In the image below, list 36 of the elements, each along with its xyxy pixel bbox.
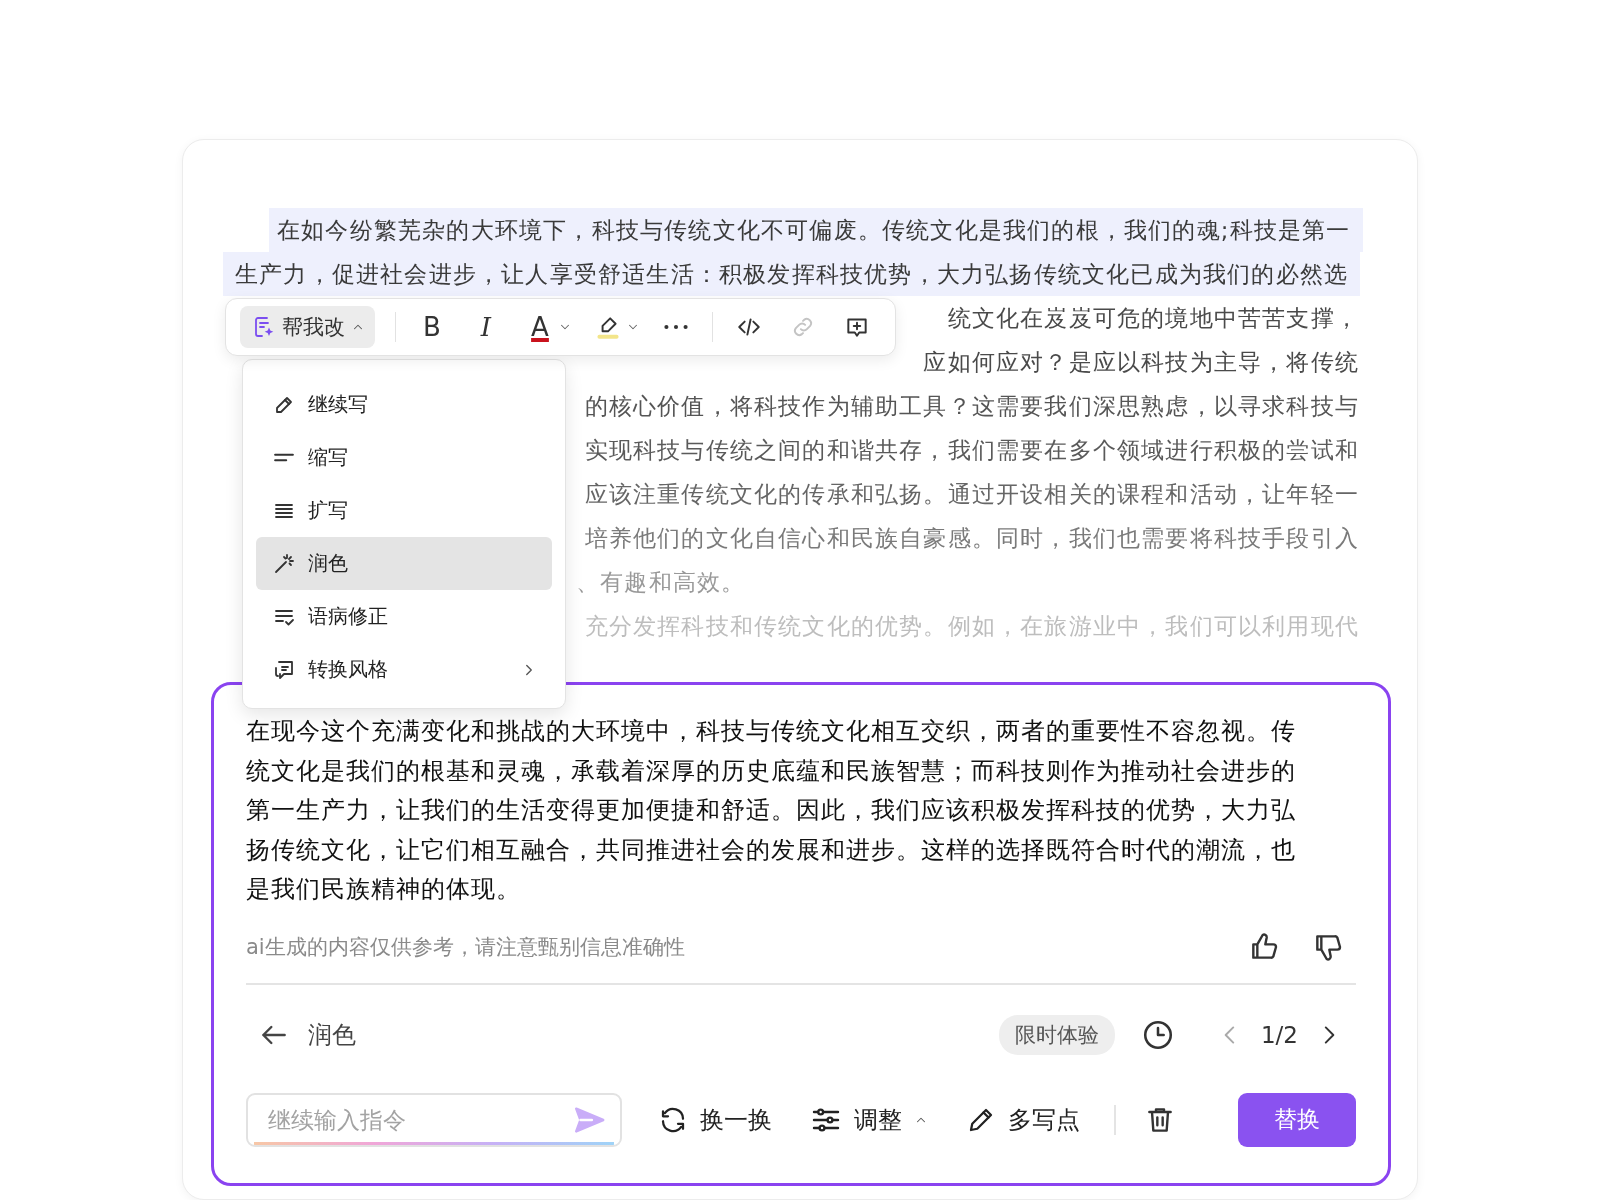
document-text: 应如何应对？是应以科技为主导，将传统 [923, 349, 1359, 375]
highlighter-icon [595, 314, 621, 340]
ai-edit-button[interactable]: 帮我改 [240, 306, 375, 348]
menu-item[interactable]: 润色 [256, 537, 552, 590]
document-text: 实现科技与传统之间的和谐共存，我们需要在多个领域进行积极的尝试和 [584, 437, 1359, 463]
document-text: 在如今纷繁芜杂的大环境下，科技与传统文化不可偏废。传统文化是我们的根，我们的魂;科技是第一 [269, 208, 1363, 252]
action-button[interactable]: 多写点 [966, 1103, 1080, 1136]
document-text: 的核心价值，将科技作为辅助工具？这需要我们深思熟虑，以寻求科技与 [584, 393, 1359, 419]
menu-item[interactable]: 语病修正 [256, 590, 552, 643]
font-color-button[interactable]: A [516, 307, 564, 347]
back-button[interactable]: 润色 [246, 1018, 356, 1051]
rewritten-text: 在现今这个充满变化和挑战的大环境中，科技与传统文化相互交织，两者的重要性不容忽视。传统文化是我们的根基和灵魂，承载着深厚的历史底蕴和民族智慧；而科技则作为推动社会进步的第一生产力，让我们的生活变得更加便捷和舒适。因此，我们应该积极发挥科技的优势，大力弘扬传统文化，让它们相互融合，共同推进社会的发展和进步。这样的选择既符合时代的潮流，也是我们民族精神的体现。 [246, 715, 1297, 906]
menu-item[interactable]: 缩写 [256, 431, 552, 484]
promo-badge: 限时体验 [999, 1014, 1115, 1055]
document-text: 、有趣和高效。 [576, 569, 746, 595]
menu-item[interactable]: 转换风格 [256, 643, 552, 696]
document-text: 应该注重传统文化的传承和弘扬。通过开设相关的课程和活动，让年轻一 [584, 481, 1359, 507]
more-icon [663, 324, 689, 330]
replace-button[interactable]: 替换 [1238, 1092, 1356, 1147]
menu-item[interactable]: 继续写 [256, 378, 552, 431]
menu-item[interactable]: 扩写 [256, 484, 552, 537]
document-text: 培养他们的文化自信心和民族自豪感。同时，我们也需要将科技手段引入 [584, 525, 1359, 551]
document-sparkle-icon [252, 315, 276, 339]
instruction-field[interactable]: 继续输入指令 [246, 1092, 622, 1147]
magic-wand-icon [272, 551, 296, 576]
italic-button[interactable]: I [462, 307, 510, 347]
instruction-input[interactable]: 继续输入指令 [266, 1105, 572, 1134]
document-text: 生产力，促进社会进步，让人享受舒适生活：积极发挥科技优势，大力弘扬传统文化已成为我们的必然选 [223, 252, 1361, 296]
disclaimer-text: ai生成的内容仅供参考，请注意甄别信息准确性 [246, 933, 685, 961]
action-button[interactable]: 调整 [810, 1103, 928, 1136]
bold-button[interactable]: B [408, 307, 456, 347]
action-button[interactable]: 换一换 [658, 1103, 772, 1136]
page-counter: 1/2 [1261, 1021, 1298, 1048]
document-text: 统文化在岌岌可危的境地中苦苦支撑， [947, 305, 1359, 331]
document-text: 充分发挥科技和传统文化的优势。例如，在旅游业中，我们可以利用现代 [584, 613, 1359, 639]
short-lines-icon [274, 453, 294, 462]
